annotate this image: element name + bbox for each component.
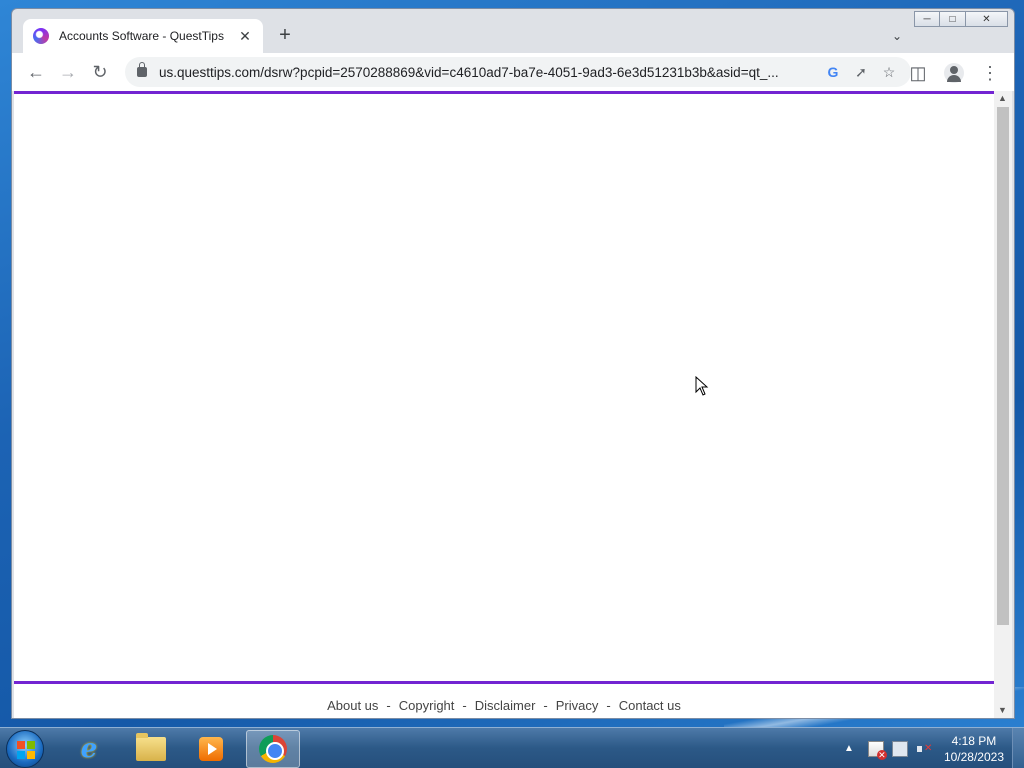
toolbar-right: ◫ ⋮ [902, 57, 1006, 89]
page-viewport: About us - Copyright - Disclaimer - Privacy - Co… [14, 91, 994, 718]
folder-icon [136, 733, 166, 761]
profile-button[interactable] [938, 57, 970, 89]
side-panel-icon[interactable]: ◫ [902, 57, 934, 89]
forward-arrow-icon[interactable]: → [52, 56, 84, 88]
questtips-favicon-icon [33, 28, 49, 44]
new-tab-button[interactable]: + [274, 25, 296, 47]
share-icon[interactable]: ➚ [847, 64, 875, 81]
taskbar: e ▲ 4:18 PM 10/28/2023 [0, 727, 1024, 768]
footer-link-contact-us[interactable]: Contact us [619, 698, 681, 713]
tab-active[interactable]: Accounts Software - QuestTips ✕ [23, 19, 263, 53]
close-tab-icon[interactable]: ✕ [237, 28, 253, 45]
bookmark-star-icon[interactable]: ☆ [875, 64, 903, 81]
back-arrow-icon[interactable]: ← [20, 56, 52, 88]
show-desktop-button[interactable] [1012, 728, 1024, 768]
page-scrollbar[interactable]: ▲ ▼ [994, 91, 1012, 718]
browser-toolbar: ← → ↻ us.questtips.com/dsrw?pcpid=257028… [12, 53, 1014, 91]
system-tray: ▲ 4:18 PM 10/28/2023 [844, 728, 1024, 768]
chrome-icon [259, 735, 287, 763]
tab-strip: Accounts Software - QuestTips ✕ + ⌄ [12, 9, 1014, 53]
profile-avatar-icon [944, 63, 964, 83]
internet-explorer-icon: e [80, 734, 98, 764]
scroll-down-arrow-icon[interactable]: ▼ [998, 705, 1007, 715]
footer-separator: - [606, 698, 611, 713]
footer-link-copyright[interactable]: Copyright [399, 698, 455, 713]
tab-title: Accounts Software - QuestTips [59, 29, 224, 43]
footer-link-about-us[interactable]: About us [327, 698, 378, 713]
clock-time: 4:18 PM [951, 733, 997, 748]
footer-separator: - [543, 698, 548, 713]
media-player-icon [199, 737, 223, 761]
tab-search-chevron-icon[interactable]: ⌄ [892, 29, 902, 43]
start-button[interactable] [6, 730, 44, 768]
footer-links: About us - Copyright - Disclaimer - Privacy - Co… [14, 698, 994, 713]
lock-icon[interactable] [137, 62, 147, 77]
taskbar-windows-explorer[interactable] [124, 730, 178, 768]
address-bar[interactable]: us.questtips.com/dsrw?pcpid=2570288869&v… [125, 57, 911, 87]
header-accent-bar [14, 91, 994, 94]
show-hidden-icons-arrow-icon[interactable]: ▲ [844, 743, 854, 754]
volume-muted-icon[interactable] [916, 741, 932, 757]
taskbar-google-chrome[interactable] [246, 730, 300, 768]
menu-kebab-icon[interactable]: ⋮ [974, 57, 1006, 89]
footer-separator: - [462, 698, 467, 713]
google-lens-icon[interactable]: G [819, 64, 847, 80]
clock-date: 10/28/2023 [943, 749, 1004, 764]
footer-link-privacy[interactable]: Privacy [556, 698, 599, 713]
scroll-thumb[interactable] [997, 107, 1009, 625]
taskbar-internet-explorer[interactable]: e [62, 730, 116, 768]
network-icon[interactable] [891, 740, 908, 757]
action-center-flag-icon[interactable] [867, 740, 887, 760]
browser-window: ─ □ ✕ Accounts Software - QuestTips ✕ + … [11, 8, 1015, 719]
footer-accent-bar [14, 681, 994, 684]
taskbar-media-player[interactable] [184, 730, 238, 768]
clock[interactable]: 4:18 PM 10/28/2023 [944, 733, 1004, 765]
scroll-up-arrow-icon[interactable]: ▲ [998, 93, 1007, 103]
footer-link-disclaimer[interactable]: Disclaimer [475, 698, 536, 713]
windows-logo-icon [17, 741, 35, 759]
reload-icon[interactable]: ↻ [84, 56, 116, 88]
url-text[interactable]: us.questtips.com/dsrw?pcpid=2570288869&v… [159, 65, 819, 80]
footer-separator: - [386, 698, 391, 713]
